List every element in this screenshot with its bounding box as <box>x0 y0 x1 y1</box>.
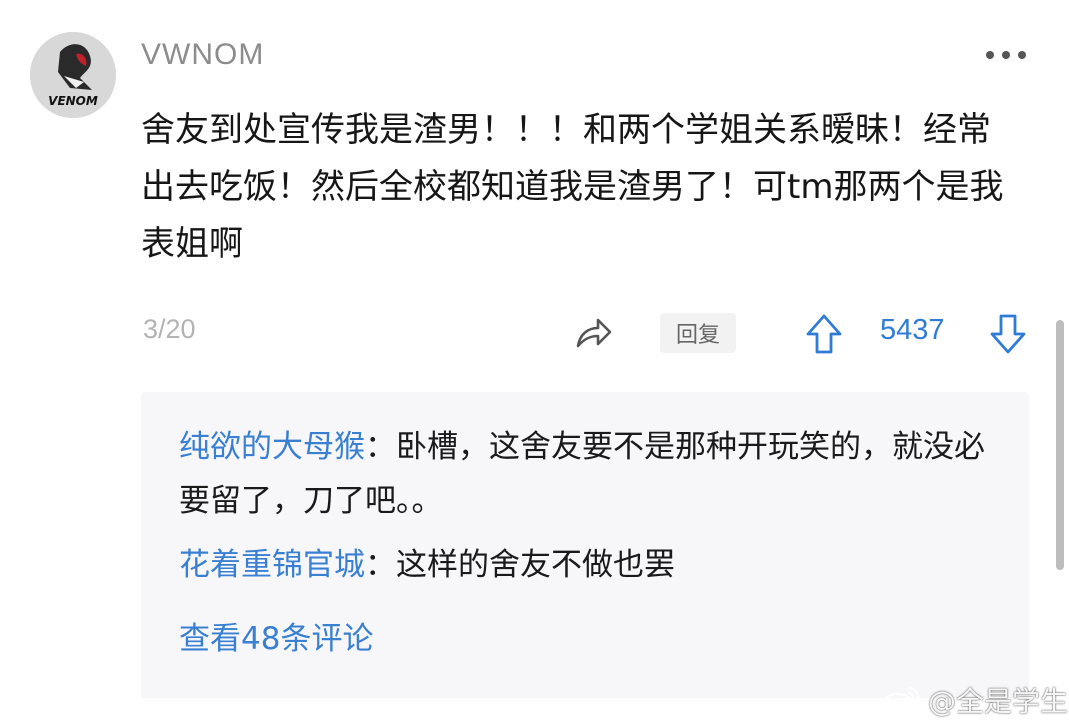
venom-avatar-image: VENOM <box>30 32 116 118</box>
upvote-arrow-icon <box>806 314 842 354</box>
reply-button[interactable]: 回复 <box>660 313 736 353</box>
reply-item: 纯欲的大母猴：卧槽，这舍友要不是那种开玩笑的，就没必要留了，刀了吧。。 <box>179 420 1009 528</box>
replies-panel: 纯欲的大母猴：卧槽，这舍友要不是那种开玩笑的，就没必要留了，刀了吧。。 花着重锦… <box>141 392 1029 698</box>
page-index: 3/20 <box>143 314 196 344</box>
downvote-button[interactable] <box>988 312 1028 356</box>
reply-separator: ： <box>365 547 396 583</box>
watermark-text: @全是学生 <box>928 685 1069 718</box>
reply-author[interactable]: 花着重锦官城 <box>179 547 365 583</box>
username[interactable]: VWNOM <box>141 38 264 72</box>
reply-separator: ： <box>365 429 396 465</box>
more-dots-icon <box>986 51 994 59</box>
watermark: @全是学生 <box>880 680 1068 720</box>
avatar-logo-text: VENOM <box>48 94 98 108</box>
share-button[interactable] <box>572 312 614 354</box>
post-text: 舍友到处宣传我是渣男！！！和两个学姐关系暧昧！经常出去吃饭！然后全校都知道我是渣… <box>141 110 1004 264</box>
share-icon <box>576 318 612 348</box>
avatar[interactable]: VENOM <box>30 32 116 118</box>
scrollbar[interactable] <box>1056 320 1064 570</box>
upvote-button[interactable] <box>804 312 844 356</box>
weibo-logo-icon <box>882 687 919 715</box>
vote-count: 5437 <box>880 314 945 346</box>
reply-item: 花着重锦官城：这样的舍友不做也罢 <box>179 538 1009 592</box>
more-button[interactable] <box>986 45 1030 65</box>
downvote-arrow-icon <box>990 314 1026 354</box>
view-all-comments-link[interactable]: 查看48条评论 <box>179 613 373 658</box>
reply-author[interactable]: 纯欲的大母猴 <box>179 429 365 465</box>
reply-text: 这样的舍友不做也罢 <box>396 547 675 583</box>
